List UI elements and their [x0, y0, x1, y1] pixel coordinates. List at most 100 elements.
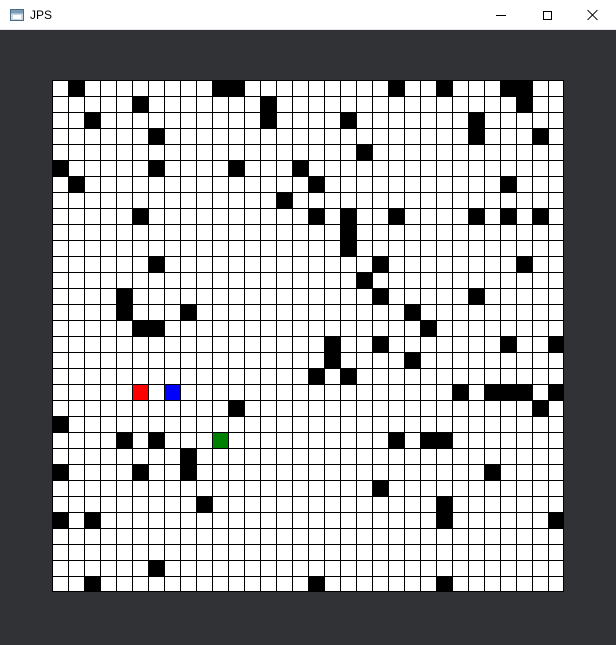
wall-cell[interactable]: [532, 128, 548, 144]
wall-cell[interactable]: [388, 432, 404, 448]
grid-canvas: [52, 80, 564, 592]
wall-cell[interactable]: [148, 128, 164, 144]
wall-cell[interactable]: [356, 272, 372, 288]
wall-cell[interactable]: [516, 256, 532, 272]
wall-cell[interactable]: [436, 512, 452, 528]
wall-cell[interactable]: [532, 208, 548, 224]
current-cell[interactable]: [212, 432, 228, 448]
wall-cell[interactable]: [404, 352, 420, 368]
wall-cell[interactable]: [68, 176, 84, 192]
wall-cell[interactable]: [468, 288, 484, 304]
wall-cell[interactable]: [404, 304, 420, 320]
wall-cell[interactable]: [148, 560, 164, 576]
wall-cell[interactable]: [228, 160, 244, 176]
wall-cell[interactable]: [68, 80, 84, 96]
wall-cell[interactable]: [420, 432, 436, 448]
wall-cell[interactable]: [196, 496, 212, 512]
wall-cell[interactable]: [516, 80, 532, 96]
wall-cell[interactable]: [548, 336, 564, 352]
wall-cell[interactable]: [148, 320, 164, 336]
wall-cell[interactable]: [308, 576, 324, 592]
close-icon: [587, 9, 599, 21]
wall-cell[interactable]: [548, 384, 564, 400]
wall-cell[interactable]: [212, 80, 228, 96]
wall-cell[interactable]: [372, 288, 388, 304]
wall-cell[interactable]: [500, 336, 516, 352]
wall-cell[interactable]: [260, 96, 276, 112]
wall-cell[interactable]: [132, 208, 148, 224]
wall-cell[interactable]: [324, 352, 340, 368]
wall-cell[interactable]: [372, 480, 388, 496]
app-icon: [10, 9, 24, 21]
wall-cell[interactable]: [356, 144, 372, 160]
wall-cell[interactable]: [372, 256, 388, 272]
wall-cell[interactable]: [324, 336, 340, 352]
wall-cell[interactable]: [132, 96, 148, 112]
wall-cell[interactable]: [500, 208, 516, 224]
wall-cell[interactable]: [116, 288, 132, 304]
wall-cell[interactable]: [52, 464, 68, 480]
wall-cell[interactable]: [340, 240, 356, 256]
wall-cell[interactable]: [148, 256, 164, 272]
app-window: JPS: [0, 0, 616, 645]
wall-cell[interactable]: [84, 576, 100, 592]
wall-cell[interactable]: [52, 160, 68, 176]
wall-cell[interactable]: [340, 224, 356, 240]
wall-cell[interactable]: [436, 432, 452, 448]
wall-cell[interactable]: [340, 112, 356, 128]
wall-cell[interactable]: [148, 160, 164, 176]
wall-cell[interactable]: [276, 192, 292, 208]
title-bar[interactable]: JPS: [0, 0, 616, 30]
maximize-button[interactable]: [524, 0, 570, 30]
minimize-button[interactable]: [478, 0, 524, 30]
wall-cell[interactable]: [388, 208, 404, 224]
wall-cell[interactable]: [340, 208, 356, 224]
window-title: JPS: [30, 8, 53, 22]
wall-cell[interactable]: [116, 432, 132, 448]
wall-cell[interactable]: [500, 80, 516, 96]
wall-cell[interactable]: [148, 432, 164, 448]
wall-cell[interactable]: [116, 304, 132, 320]
wall-cell[interactable]: [52, 416, 68, 432]
wall-cell[interactable]: [436, 80, 452, 96]
wall-cell[interactable]: [52, 512, 68, 528]
wall-cell[interactable]: [532, 400, 548, 416]
wall-cell[interactable]: [484, 464, 500, 480]
wall-cell[interactable]: [436, 576, 452, 592]
maximize-icon: [542, 10, 552, 20]
wall-cell[interactable]: [468, 208, 484, 224]
close-button[interactable]: [570, 0, 616, 30]
wall-cell[interactable]: [260, 112, 276, 128]
wall-cell[interactable]: [468, 112, 484, 128]
wall-cell[interactable]: [500, 384, 516, 400]
wall-cell[interactable]: [308, 368, 324, 384]
wall-cell[interactable]: [308, 176, 324, 192]
wall-cell[interactable]: [228, 400, 244, 416]
wall-cell[interactable]: [340, 368, 356, 384]
wall-cell[interactable]: [452, 384, 468, 400]
pathfinding-grid[interactable]: [52, 80, 564, 592]
minimize-icon: [496, 14, 506, 16]
wall-cell[interactable]: [468, 128, 484, 144]
wall-cell[interactable]: [420, 320, 436, 336]
wall-cell[interactable]: [132, 320, 148, 336]
wall-cell[interactable]: [180, 448, 196, 464]
wall-cell[interactable]: [84, 112, 100, 128]
wall-cell[interactable]: [372, 336, 388, 352]
wall-cell[interactable]: [500, 176, 516, 192]
wall-cell[interactable]: [292, 160, 308, 176]
wall-cell[interactable]: [228, 80, 244, 96]
wall-cell[interactable]: [548, 512, 564, 528]
wall-cell[interactable]: [436, 496, 452, 512]
wall-cell[interactable]: [180, 304, 196, 320]
wall-cell[interactable]: [516, 96, 532, 112]
wall-cell[interactable]: [388, 80, 404, 96]
wall-cell[interactable]: [516, 384, 532, 400]
wall-cell[interactable]: [132, 464, 148, 480]
wall-cell[interactable]: [484, 384, 500, 400]
wall-cell[interactable]: [180, 464, 196, 480]
wall-cell[interactable]: [308, 208, 324, 224]
wall-cell[interactable]: [84, 512, 100, 528]
start-cell[interactable]: [132, 384, 148, 400]
goal-cell[interactable]: [164, 384, 180, 400]
